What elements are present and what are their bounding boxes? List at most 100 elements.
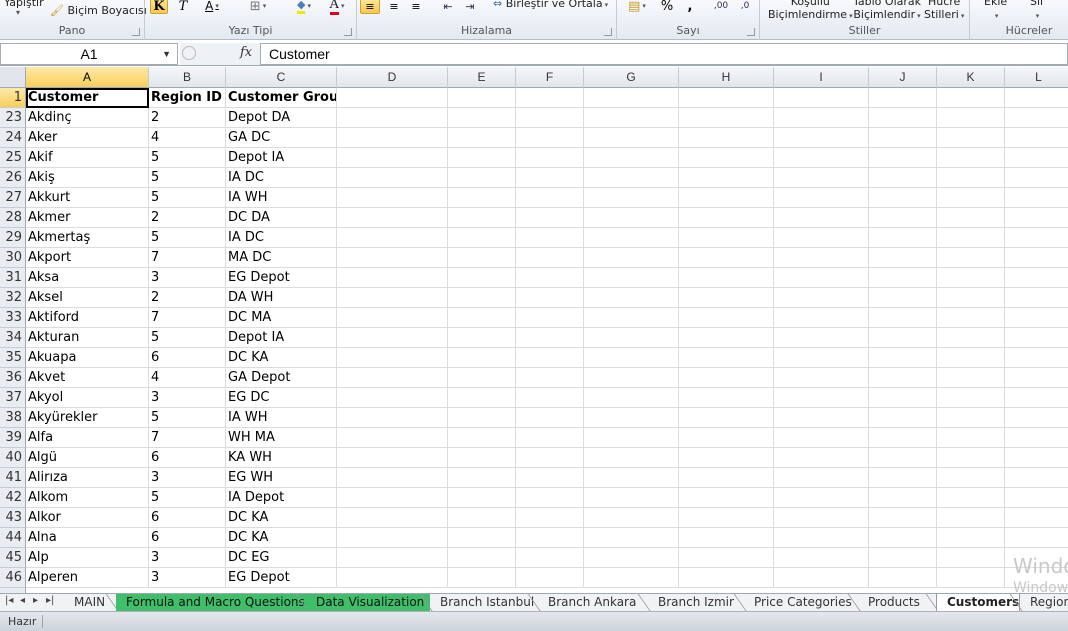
insert-button[interactable]: Ekle ▾ [984,0,1007,23]
cell-d[interactable] [337,488,448,508]
align-right-button[interactable]: ≡ [407,0,425,14]
cell-i[interactable] [774,328,869,348]
merge-center-button[interactable]: ⇔ Birleştir ve Ortala ▾ [493,0,608,10]
cell-f[interactable] [516,188,584,208]
cell-g[interactable] [584,568,679,588]
cell-i[interactable] [774,408,869,428]
cell-b[interactable]: 5 [149,408,226,428]
cell-k[interactable] [937,568,1005,588]
cell-a[interactable]: Alp [26,548,149,568]
cell-c[interactable]: EG DC [226,388,337,408]
format-painter-button[interactable]: 🖌 Biçim Boyacısı [50,4,147,17]
cell-d[interactable] [337,508,448,528]
cell-g[interactable] [584,268,679,288]
row-header[interactable]: 39 [0,428,26,448]
cell-e[interactable] [448,568,516,588]
row-header[interactable]: 37 [0,388,26,408]
cell-a[interactable]: Alperen [26,568,149,588]
cell-f[interactable] [516,308,584,328]
cell-k[interactable] [937,268,1005,288]
cell-d[interactable] [337,128,448,148]
row-header[interactable]: 35 [0,348,26,368]
cell-g[interactable] [584,408,679,428]
cell-a[interactable]: Akyol [26,388,149,408]
cell-i[interactable] [774,308,869,328]
cell-c[interactable]: DC DA [226,208,337,228]
cell-h[interactable] [679,448,774,468]
cell-d[interactable] [337,448,448,468]
cell-d[interactable] [337,108,448,128]
cell-b[interactable]: 5 [149,328,226,348]
cell-d[interactable] [337,568,448,588]
cell-a[interactable]: Akmer [26,208,149,228]
cell-a[interactable]: Akyürekler [26,408,149,428]
clipboard-launcher-icon[interactable] [132,28,140,36]
cell-g[interactable] [584,168,679,188]
cell-g[interactable] [584,428,679,448]
cell-c[interactable]: DA WH [226,288,337,308]
cell-i[interactable] [774,428,869,448]
sheet-tab-regions[interactable]: Regions [1020,594,1068,612]
cell-c[interactable]: Depot DA [226,108,337,128]
row-header[interactable]: 43 [0,508,26,528]
accounting-format-button[interactable]: ▤ ▾ [625,0,649,14]
cell-b[interactable]: 6 [149,528,226,548]
cell-c[interactable]: GA Depot [226,368,337,388]
formula-bar-resize-handle[interactable] [182,46,196,60]
cell-g[interactable] [584,148,679,168]
cell-g[interactable] [584,228,679,248]
cell-e[interactable] [448,288,516,308]
cell-e[interactable] [448,248,516,268]
cell-b[interactable]: 6 [149,448,226,468]
cell-a[interactable]: Akiş [26,168,149,188]
cell-l[interactable] [1005,88,1068,108]
cell-k[interactable] [937,528,1005,548]
cell-i[interactable] [774,228,869,248]
cell-j[interactable] [869,328,937,348]
cell-e[interactable] [448,448,516,468]
increase-decimal-button[interactable]: ,00 [711,0,731,14]
cell-g[interactable] [584,548,679,568]
select-all-button[interactable] [0,67,26,88]
cell-k[interactable] [937,128,1005,148]
cell-c[interactable]: DC MA [226,308,337,328]
row-header[interactable]: 24 [0,128,26,148]
sheet-tab-branch-izmir[interactable]: Branch Izmir [648,594,744,612]
cell-h[interactable] [679,308,774,328]
cell-f[interactable] [516,268,584,288]
cell-a[interactable]: Alkor [26,508,149,528]
cell-e[interactable] [448,388,516,408]
cell-d[interactable] [337,228,448,248]
cell-k[interactable] [937,368,1005,388]
cell-h[interactable] [679,88,774,108]
cell-i[interactable] [774,368,869,388]
cell-f[interactable] [516,228,584,248]
cell-i[interactable] [774,88,869,108]
cell-l[interactable] [1005,348,1068,368]
cell-i[interactable] [774,508,869,528]
cell-i[interactable] [774,188,869,208]
cell-b[interactable]: 5 [149,488,226,508]
cell-i[interactable] [774,388,869,408]
cell-k[interactable] [937,168,1005,188]
cell-a[interactable]: Alna [26,528,149,548]
cell-j[interactable] [869,128,937,148]
cell-a[interactable]: Aker [26,128,149,148]
cell-j[interactable] [869,88,937,108]
cell-g[interactable] [584,488,679,508]
cell-b[interactable]: 6 [149,348,226,368]
cell-g[interactable] [584,208,679,228]
cell-k[interactable] [937,228,1005,248]
alignment-launcher-icon[interactable] [604,28,612,36]
cell-f[interactable] [516,148,584,168]
cell-i[interactable] [774,348,869,368]
next-sheet-button[interactable]: ▸ [33,595,38,606]
align-left-button[interactable]: ≡ [360,0,380,14]
cell-h[interactable] [679,548,774,568]
cell-b[interactable]: 7 [149,308,226,328]
cell-j[interactable] [869,428,937,448]
row-header[interactable]: 29 [0,228,26,248]
cell-e[interactable] [448,268,516,288]
cell-a[interactable]: Algü [26,448,149,468]
cell-d[interactable] [337,528,448,548]
